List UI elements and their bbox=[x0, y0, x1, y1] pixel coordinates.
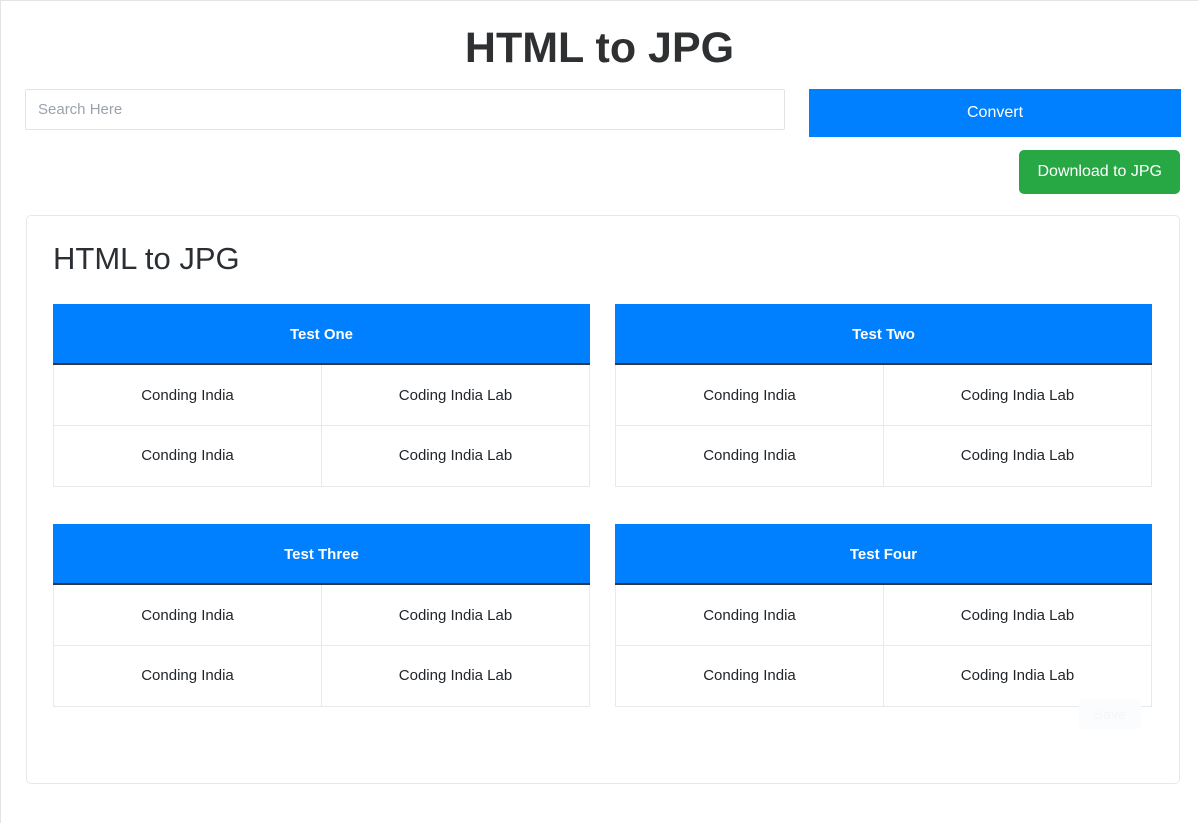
table-cell: Coding India Lab bbox=[321, 583, 590, 646]
preview-card: HTML to JPG Test One Conding India Codin… bbox=[26, 214, 1180, 784]
table-row: Conding India Coding India Lab bbox=[615, 583, 1152, 646]
page-title: HTML to JPG bbox=[464, 24, 735, 72]
table-row: Conding India Coding India Lab bbox=[615, 644, 1152, 707]
table-cell: Coding India Lab bbox=[883, 363, 1152, 426]
table-cell: Coding India Lab bbox=[321, 424, 590, 487]
download-to-jpg-button[interactable]: Download to JPG bbox=[1019, 149, 1180, 194]
table-header-cell: Test Four bbox=[615, 523, 1152, 586]
table-row: Conding India Coding India Lab bbox=[53, 424, 590, 487]
page-container: HTML to JPG Convert Download to JPG HTML… bbox=[0, 0, 1198, 823]
table-row: Conding India Coding India Lab bbox=[53, 583, 590, 646]
table-cell: Coding India Lab bbox=[321, 644, 590, 707]
table-cell: Conding India bbox=[615, 644, 884, 707]
data-table-two: Test Two Conding India Coding India Lab … bbox=[615, 303, 1152, 487]
table-cell: Conding India bbox=[53, 424, 322, 487]
table-cell: Conding India bbox=[615, 424, 884, 487]
table-row: Conding India Coding India Lab bbox=[53, 363, 590, 426]
data-table-one: Test One Conding India Coding India Lab … bbox=[53, 303, 590, 487]
table-header-row: Test Two bbox=[615, 303, 1152, 366]
table-header-cell: Test Two bbox=[615, 303, 1152, 366]
table-header-row: Test One bbox=[53, 303, 590, 366]
table-cell: Conding India bbox=[53, 583, 322, 646]
table-row: Conding India Coding India Lab bbox=[615, 424, 1152, 487]
card-title: HTML to JPG bbox=[53, 240, 240, 276]
table-header-row: Test Three bbox=[53, 523, 590, 586]
table-header-row: Test Four bbox=[615, 523, 1152, 586]
table-cell: Coding India Lab bbox=[883, 644, 1152, 707]
tables-grid: Test One Conding India Coding India Lab … bbox=[53, 303, 1154, 707]
data-table-three: Test Three Conding India Coding India La… bbox=[53, 523, 590, 707]
table-cell: Conding India bbox=[615, 363, 884, 426]
search-input[interactable] bbox=[25, 88, 785, 130]
table-cell: Conding India bbox=[53, 644, 322, 707]
data-table-four: Test Four Conding India Coding India Lab… bbox=[615, 523, 1152, 707]
convert-button[interactable]: Convert bbox=[809, 88, 1181, 137]
download-row: Download to JPG bbox=[1, 137, 1198, 194]
table-row: Conding India Coding India Lab bbox=[615, 363, 1152, 426]
table-cell: Conding India bbox=[615, 583, 884, 646]
table-row: Conding India Coding India Lab bbox=[53, 644, 590, 707]
table-cell: Coding India Lab bbox=[883, 424, 1152, 487]
table-cell: Coding India Lab bbox=[883, 583, 1152, 646]
table-cell: Coding India Lab bbox=[321, 363, 590, 426]
table-header-cell: Test Three bbox=[53, 523, 590, 586]
table-header-cell: Test One bbox=[53, 303, 590, 366]
table-cell: Conding India bbox=[53, 363, 322, 426]
controls-row: Convert bbox=[1, 75, 1198, 137]
